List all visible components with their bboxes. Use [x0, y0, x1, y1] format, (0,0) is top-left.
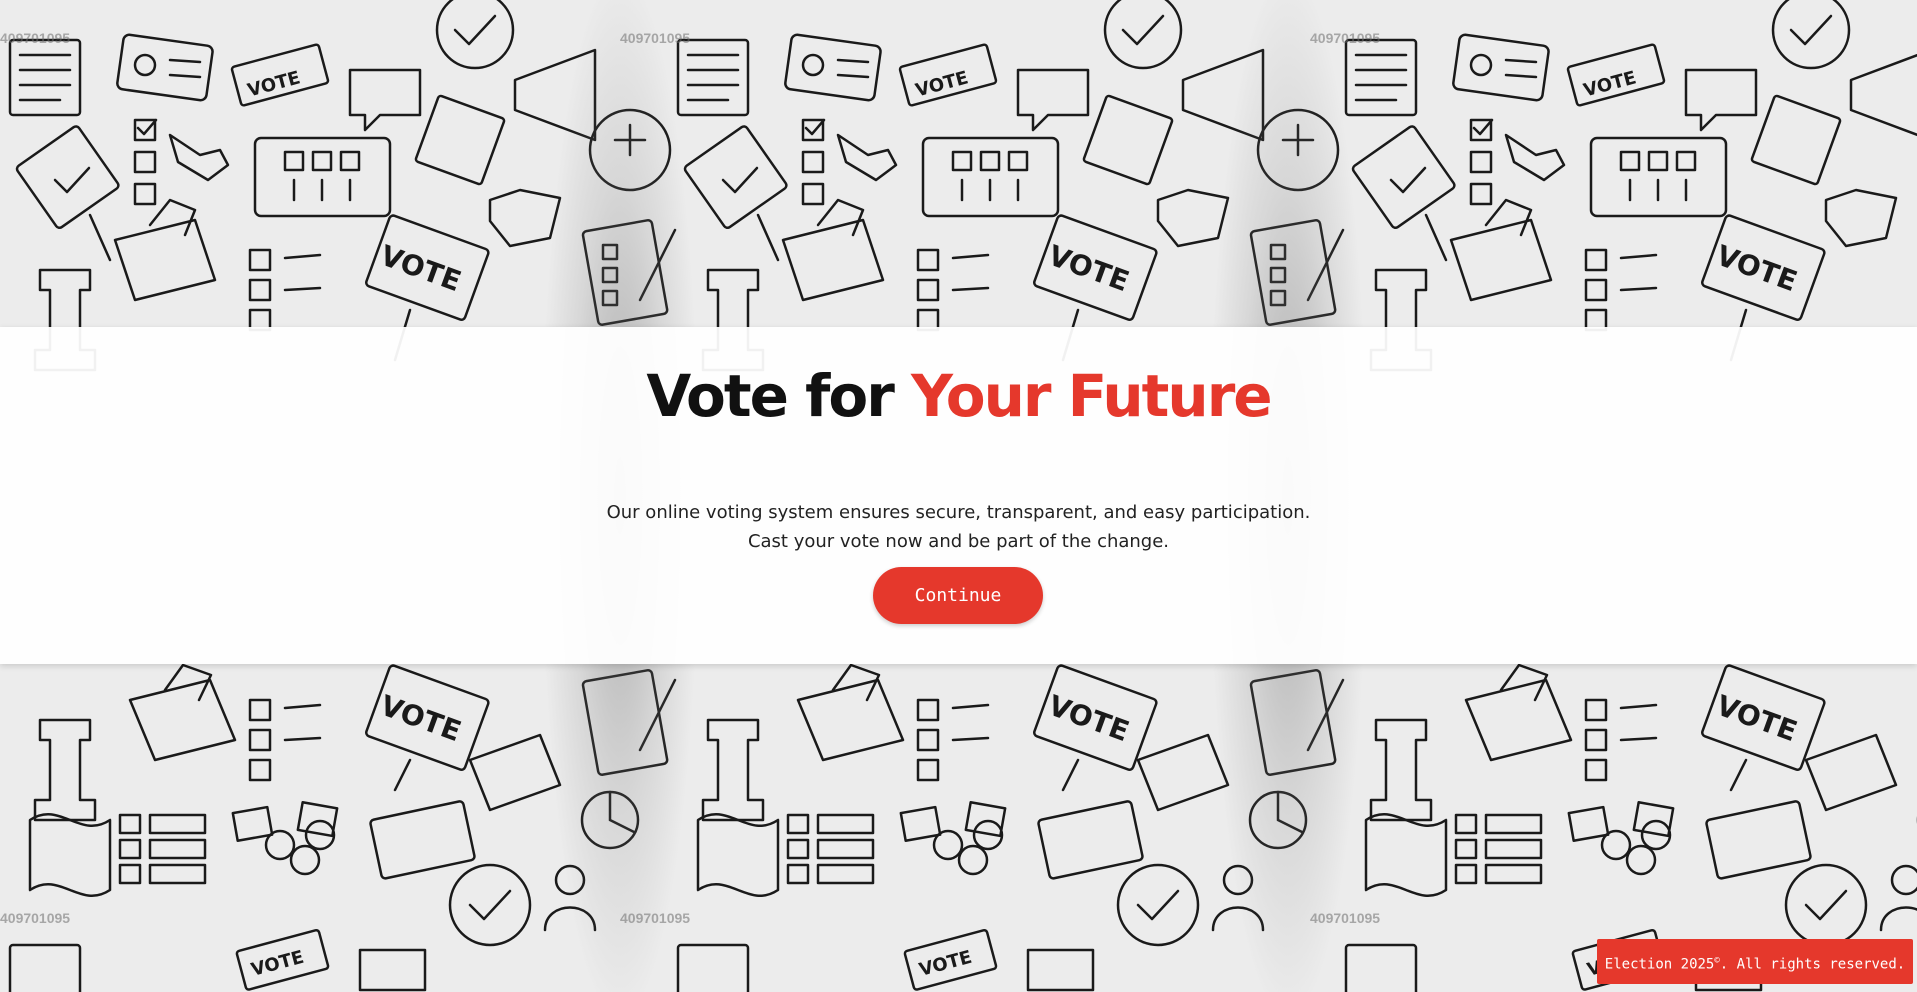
watermark-text: 409701095	[1310, 910, 1381, 926]
title-accent-text: Your Future	[911, 362, 1273, 430]
watermark-text: 409701095	[0, 30, 71, 46]
hero-content: Vote for Your Future Our online voting s…	[0, 327, 1917, 664]
copyright-text-end: . All rights reserved.	[1719, 956, 1906, 973]
description-line-2: Cast your vote now and be part of the ch…	[747, 531, 1170, 552]
continue-button[interactable]: Continue	[873, 567, 1043, 624]
watermark-text: 409701095	[0, 910, 71, 926]
watermark-text: 409701095	[1310, 30, 1381, 46]
hero-banner: Vote for Your Future Our online voting s…	[0, 327, 1917, 664]
hero-description: Our online voting system ensures secure,…	[0, 498, 1917, 556]
copyright-footer: Election 2025©. All rights reserved.	[1597, 939, 1913, 984]
description-line-1: Our online voting system ensures secure,…	[606, 502, 1311, 523]
title-text: Vote for	[646, 362, 912, 430]
watermark-text: 409701095	[620, 910, 691, 926]
watermark-text: 409701095	[620, 30, 691, 46]
page-title: Vote for Your Future	[0, 367, 1917, 425]
copyright-text: Election 2025	[1604, 956, 1715, 973]
